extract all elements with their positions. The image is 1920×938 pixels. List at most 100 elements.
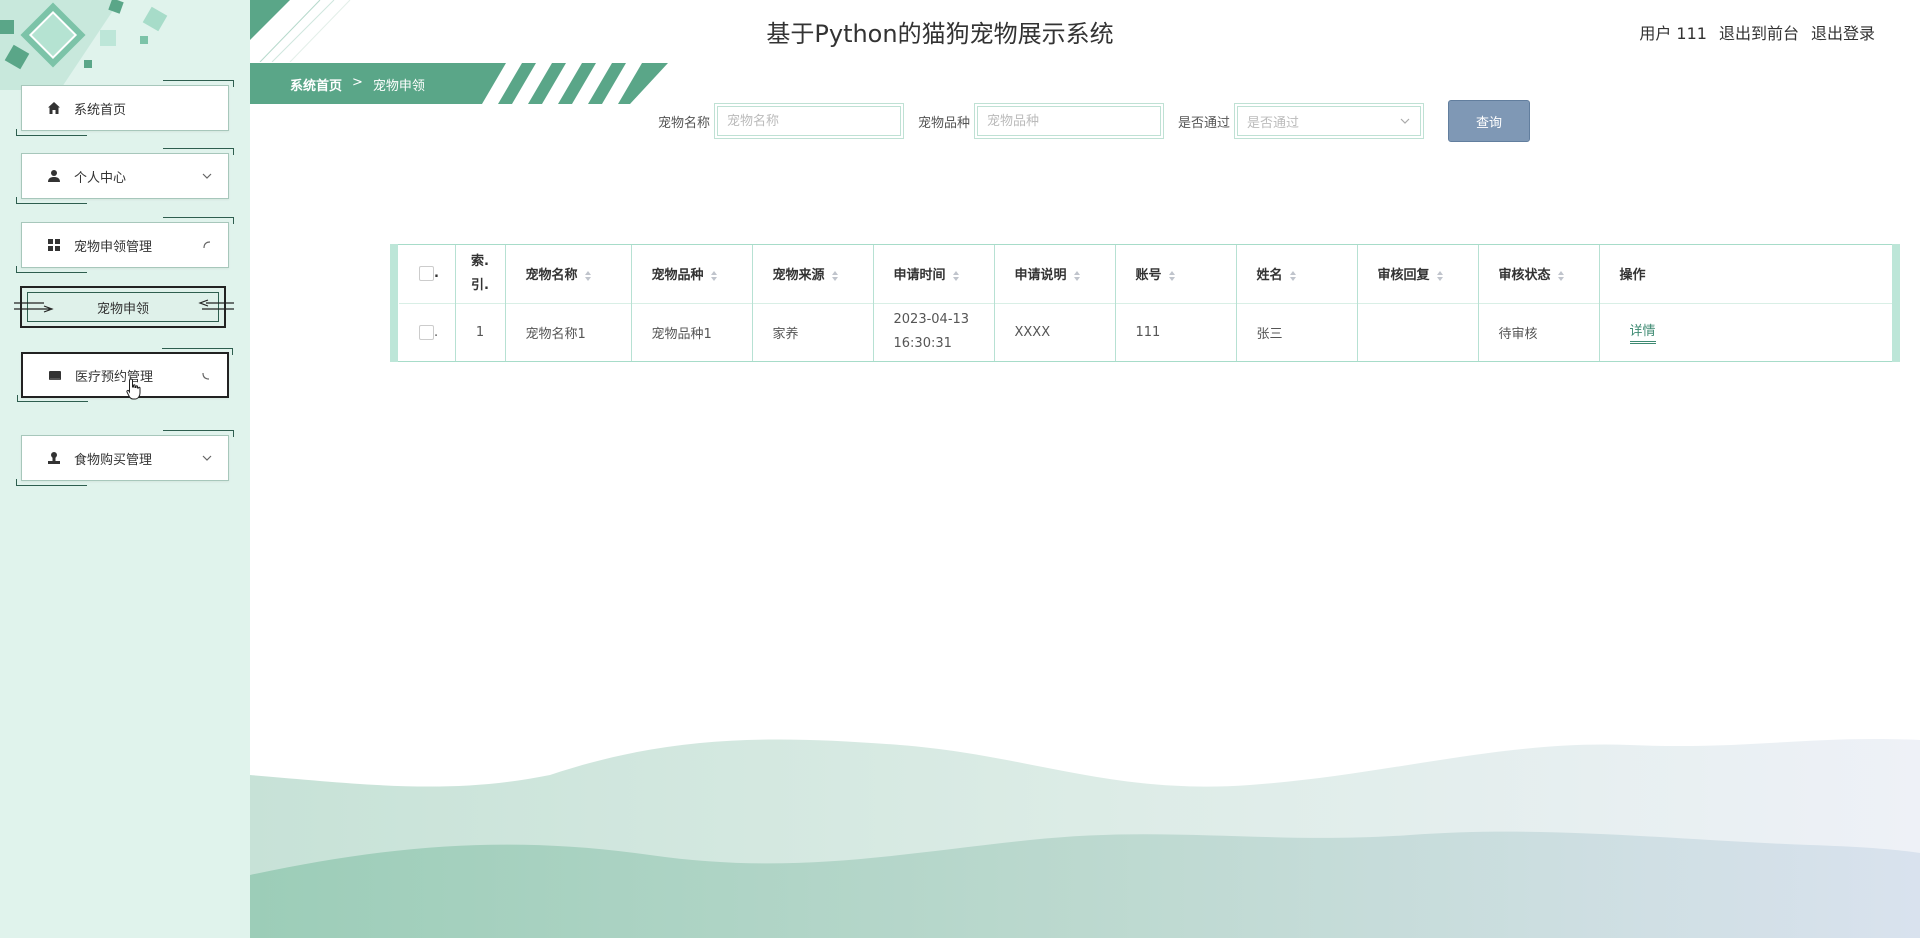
chevron-down-icon xyxy=(202,455,212,461)
pet-name-field: 宠物名称 xyxy=(658,103,905,139)
sidebar-decoration xyxy=(0,0,168,90)
col-label: 审核状态 xyxy=(1498,268,1551,284)
pet-breed-field: 宠物品种 xyxy=(918,103,1165,139)
select-all-header: . xyxy=(399,245,456,303)
pet-breed-box xyxy=(974,103,1165,139)
bottom-wave-decoration xyxy=(250,738,1920,938)
col-pet-name[interactable]: 宠物名称 xyxy=(505,245,632,303)
cell-pet-source: 家养 xyxy=(752,303,874,361)
cell-review-status: 待审核 xyxy=(1478,303,1600,361)
pet-name-label: 宠物名称 xyxy=(658,115,711,131)
sort-icon xyxy=(952,270,959,281)
sidebar-item-label: 系统首页 xyxy=(74,102,127,118)
approved-box: 是否通过 xyxy=(1234,103,1425,139)
grid-icon xyxy=(46,237,62,253)
breadcrumb: 系统首页 > 宠物申领 xyxy=(290,75,425,94)
col-actions: 操作 xyxy=(1619,268,1646,284)
cell-apply-time: 2023-04-13 16:30:31 xyxy=(873,303,995,361)
sidebar-item-food-purchase-management[interactable]: 食物购买管理 xyxy=(16,430,234,486)
arrow-left-icon xyxy=(198,299,234,310)
pet-breed-label: 宠物品种 xyxy=(918,115,971,131)
search-form: 宠物名称 宠物品种 是否通过 是否通过 查询 xyxy=(658,100,1531,142)
page-title: 基于Python的猫狗宠物展示系统 xyxy=(766,20,1114,48)
pet-name-input[interactable] xyxy=(717,106,902,136)
approved-select-placeholder: 是否通过 xyxy=(1247,115,1300,131)
approved-field: 是否通过 是否通过 xyxy=(1178,103,1425,139)
sort-icon xyxy=(1168,270,1175,281)
col-apply-desc[interactable]: 申请说明 xyxy=(994,245,1116,303)
col-apply-time[interactable]: 申请时间 xyxy=(873,245,995,303)
chevron-down-icon xyxy=(1400,118,1410,124)
breadcrumb-current: 宠物申领 xyxy=(372,79,425,94)
col-label: 申请说明 xyxy=(1014,268,1067,284)
breadcrumb-separator: > xyxy=(352,75,363,90)
select-all-checkbox[interactable] xyxy=(419,266,434,282)
cell-name: 张三 xyxy=(1236,303,1358,361)
sort-icon xyxy=(1289,270,1296,281)
sidebar-item-home[interactable]: 系统首页 xyxy=(16,80,234,136)
col-label: 申请时间 xyxy=(893,268,946,284)
table-row: . 1 宠物名称1 宠物品种1 家养 2023-04-13 16:30:31 X… xyxy=(399,303,1899,361)
sidebar: 系统首页 个人中心 宠物申领管理 宠物申领 医疗预约管理 食物购买管理 xyxy=(0,0,250,938)
cell-apply-desc: XXXX xyxy=(994,303,1116,361)
approved-label: 是否通过 xyxy=(1178,115,1231,131)
detail-link[interactable]: 详情 xyxy=(1629,320,1656,345)
back-to-front-link[interactable]: 退出到前台 xyxy=(1719,20,1799,44)
user-label: 用户 111 xyxy=(1639,24,1707,43)
cell-pet-name: 宠物名称1 xyxy=(505,303,632,361)
approved-select[interactable]: 是否通过 xyxy=(1237,106,1422,136)
hand-cursor-icon xyxy=(126,378,141,400)
sidebar-item-personal-center[interactable]: 个人中心 xyxy=(16,148,234,204)
sort-icon xyxy=(1073,270,1080,281)
col-label: 宠物品种 xyxy=(651,268,704,284)
col-label: 审核回复 xyxy=(1377,268,1430,284)
col-label: 账号 xyxy=(1135,268,1162,284)
col-pet-source[interactable]: 宠物来源 xyxy=(752,245,874,303)
sidebar-item-pet-adoption-management[interactable]: 宠物申领管理 xyxy=(16,217,234,273)
sidebar-item-label: 宠物申领管理 xyxy=(74,239,153,255)
sort-icon xyxy=(831,270,838,281)
sidebar-item-label: 个人中心 xyxy=(74,170,127,186)
col-index: 索. 引. xyxy=(455,245,506,303)
sort-icon xyxy=(1557,270,1564,281)
col-pet-breed[interactable]: 宠物品种 xyxy=(631,245,753,303)
search-button[interactable]: 查询 xyxy=(1448,100,1531,142)
col-account[interactable]: 账号 xyxy=(1115,245,1237,303)
col-label: 宠物来源 xyxy=(772,268,825,284)
col-review-status[interactable]: 审核状态 xyxy=(1478,245,1600,303)
chevron-loading-icon xyxy=(203,241,211,249)
sort-icon xyxy=(710,270,717,281)
col-name[interactable]: 姓名 xyxy=(1236,245,1358,303)
cell-index: 1 xyxy=(455,303,506,361)
arrow-right-icon xyxy=(14,302,54,313)
sidebar-item-label: 宠物申领 xyxy=(96,301,149,317)
sidebar-subitem-pet-adoption[interactable]: 宠物申领 xyxy=(14,286,234,328)
logout-link[interactable]: 退出登录 xyxy=(1811,20,1875,44)
chevron-loading-icon xyxy=(202,372,210,380)
col-label: 宠物名称 xyxy=(525,268,578,284)
breadcrumb-home[interactable]: 系统首页 xyxy=(290,75,342,94)
stamp-icon xyxy=(46,450,62,466)
row-checkbox[interactable] xyxy=(419,324,434,340)
cell-account: 111 xyxy=(1115,303,1237,361)
sidebar-item-medical-appointment-management[interactable]: 医疗预约管理 xyxy=(17,348,233,402)
col-label: 姓名 xyxy=(1256,268,1283,284)
chevron-down-icon xyxy=(202,173,212,179)
data-table: . 索. 引. 宠物名称 宠物品种 宠物来源 申请时间 申请说明 账号 姓名 审… xyxy=(399,245,1899,361)
sort-icon xyxy=(1436,270,1443,281)
cell-actions: 详情 xyxy=(1599,303,1899,361)
pet-breed-input[interactable] xyxy=(977,106,1162,136)
sort-icon xyxy=(584,270,591,281)
home-icon xyxy=(46,100,62,116)
data-table-wrapper: . 索. 引. 宠物名称 宠物品种 宠物来源 申请时间 申请说明 账号 姓名 审… xyxy=(390,244,1900,362)
sidebar-item-label: 食物购买管理 xyxy=(74,452,153,468)
col-review-reply[interactable]: 审核回复 xyxy=(1357,245,1479,303)
calendar-icon xyxy=(47,367,63,383)
cell-review-reply xyxy=(1357,303,1479,361)
pet-name-box xyxy=(714,103,905,139)
user-box: 用户 111 退出到前台 退出登录 xyxy=(1639,20,1875,44)
table-header-row: . 索. 引. 宠物名称 宠物品种 宠物来源 申请时间 申请说明 账号 姓名 审… xyxy=(399,245,1899,303)
cell-pet-breed: 宠物品种1 xyxy=(631,303,753,361)
person-icon xyxy=(46,168,62,184)
row-select-cell: . xyxy=(399,303,456,361)
